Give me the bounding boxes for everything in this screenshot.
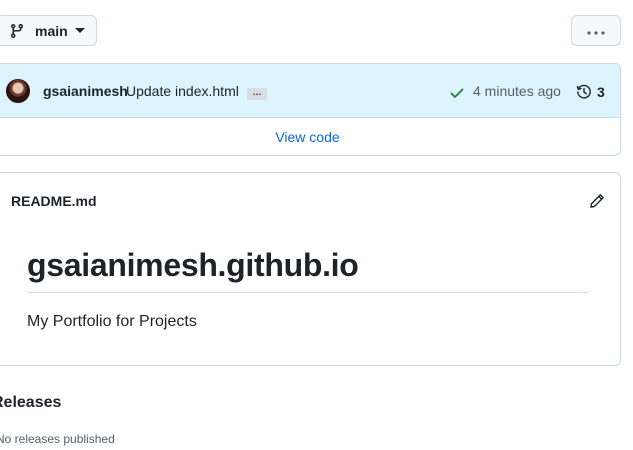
releases-heading-link[interactable]: Releases	[0, 394, 61, 412]
latest-commit-box: gsaianimesh Update index.html … 4 minute…	[0, 63, 621, 156]
triangle-down-icon	[74, 27, 85, 34]
commit-author-link[interactable]: gsaianimesh	[43, 83, 128, 99]
history-icon	[576, 84, 592, 100]
view-code-link[interactable]: View code	[0, 118, 620, 155]
commit-expand-button[interactable]: …	[247, 88, 267, 100]
heading-divider	[27, 292, 589, 293]
latest-commit-row: gsaianimesh Update index.html … 4 minute…	[0, 64, 620, 118]
readme-box: README.md gsaianimesh.github.io My Portf…	[0, 172, 621, 366]
pencil-icon[interactable]	[589, 193, 605, 209]
commit-history-link[interactable]: 3	[576, 83, 605, 100]
branch-select-button[interactable]: main	[0, 15, 97, 46]
kebab-horizontal-icon	[587, 22, 605, 40]
git-branch-icon	[9, 23, 25, 39]
branch-name: main	[35, 22, 68, 39]
check-icon[interactable]	[449, 85, 465, 101]
repository-page: main gsaianimesh Update index.html … 4 m…	[0, 0, 633, 450]
readme-filename[interactable]: README.md	[11, 193, 97, 209]
commit-time[interactable]: 4 minutes ago	[473, 83, 561, 99]
more-options-button[interactable]	[571, 15, 621, 46]
readme-description: My Portfolio for Projects	[27, 313, 197, 330]
readme-heading: gsaianimesh.github.io	[27, 247, 359, 283]
avatar[interactable]	[6, 79, 30, 103]
releases-empty-text: No releases published	[0, 432, 115, 446]
commit-message-link[interactable]: Update index.html	[126, 83, 239, 99]
commit-count: 3	[597, 83, 605, 100]
